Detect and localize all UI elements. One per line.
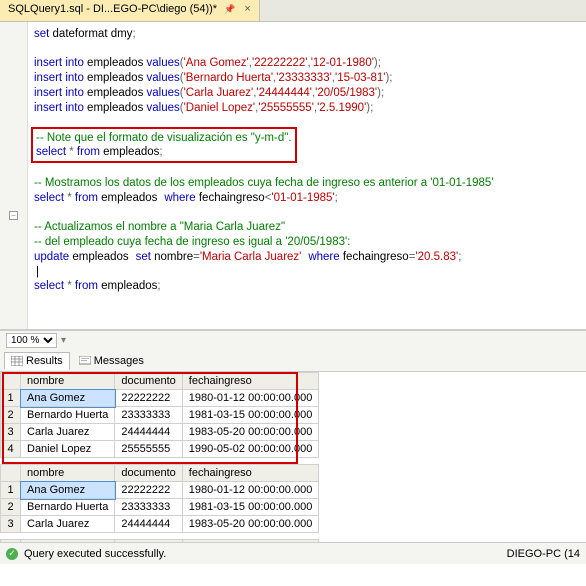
fold-toggle-icon[interactable]: − — [9, 211, 18, 220]
close-icon[interactable]: × — [244, 3, 250, 15]
table-row[interactable]: 2Bernardo Huerta233333331981-03-15 00:00… — [1, 499, 319, 516]
status-message: Query executed successfully. — [24, 548, 166, 560]
pin-icon[interactable]: 📌 — [224, 4, 235, 14]
table-row[interactable]: 2Bernardo Huerta233333331981-03-15 00:00… — [1, 407, 319, 424]
tab-messages[interactable]: Messages — [72, 352, 151, 370]
tab-messages-label: Messages — [94, 355, 144, 367]
results-tabs: Results Messages — [0, 350, 586, 372]
status-server: DIEGO-PC (14 — [507, 548, 580, 560]
table-row[interactable]: 3Carla Juarez244444441983-05-20 00:00:00… — [1, 516, 319, 533]
tab-bar: SQLQuery1.sql - DI...EGO-PC\diego (54))*… — [0, 0, 586, 22]
grid-icon — [11, 356, 23, 366]
table-row[interactable]: 3Carla Juarez244444441983-05-20 00:00:00… — [1, 424, 319, 441]
results-pane[interactable]: nombredocumentofechaingreso 1Ana Gomez22… — [0, 372, 586, 542]
success-icon: ✓ — [6, 548, 18, 560]
code-editor[interactable]: set dateformat dmy; insert into empleado… — [28, 22, 586, 329]
zoom-select[interactable]: 100 % — [6, 333, 57, 348]
gutter: − — [0, 22, 28, 329]
table-row[interactable]: 4Daniel Lopez255555551990-05-02 00:00:00… — [1, 441, 319, 458]
tab-results[interactable]: Results — [4, 352, 70, 370]
results-grid-3[interactable]: nombredocumentofechaingreso 1Ana Gomez22… — [0, 539, 319, 542]
file-tab[interactable]: SQLQuery1.sql - DI...EGO-PC\diego (54))*… — [0, 0, 260, 21]
messages-icon — [79, 356, 91, 366]
results-grid-2[interactable]: nombredocumentofechaingreso 1Ana Gomez22… — [0, 464, 319, 533]
editor-pane: − set dateformat dmy; insert into emplea… — [0, 22, 586, 330]
tab-results-label: Results — [26, 355, 63, 367]
results-grid-1[interactable]: nombredocumentofechaingreso 1Ana Gomez22… — [0, 372, 319, 458]
table-row[interactable]: 1Ana Gomez222222221980-01-12 00:00:00.00… — [1, 390, 319, 407]
table-row[interactable]: 1Ana Gomez222222221980-01-12 00:00:00.00… — [1, 482, 319, 499]
file-tab-title: SQLQuery1.sql - DI...EGO-PC\diego (54))* — [8, 3, 217, 15]
status-bar: ✓ Query executed successfully. DIEGO-PC … — [0, 542, 586, 564]
zoom-bar: 100 % ▾ — [0, 330, 586, 350]
